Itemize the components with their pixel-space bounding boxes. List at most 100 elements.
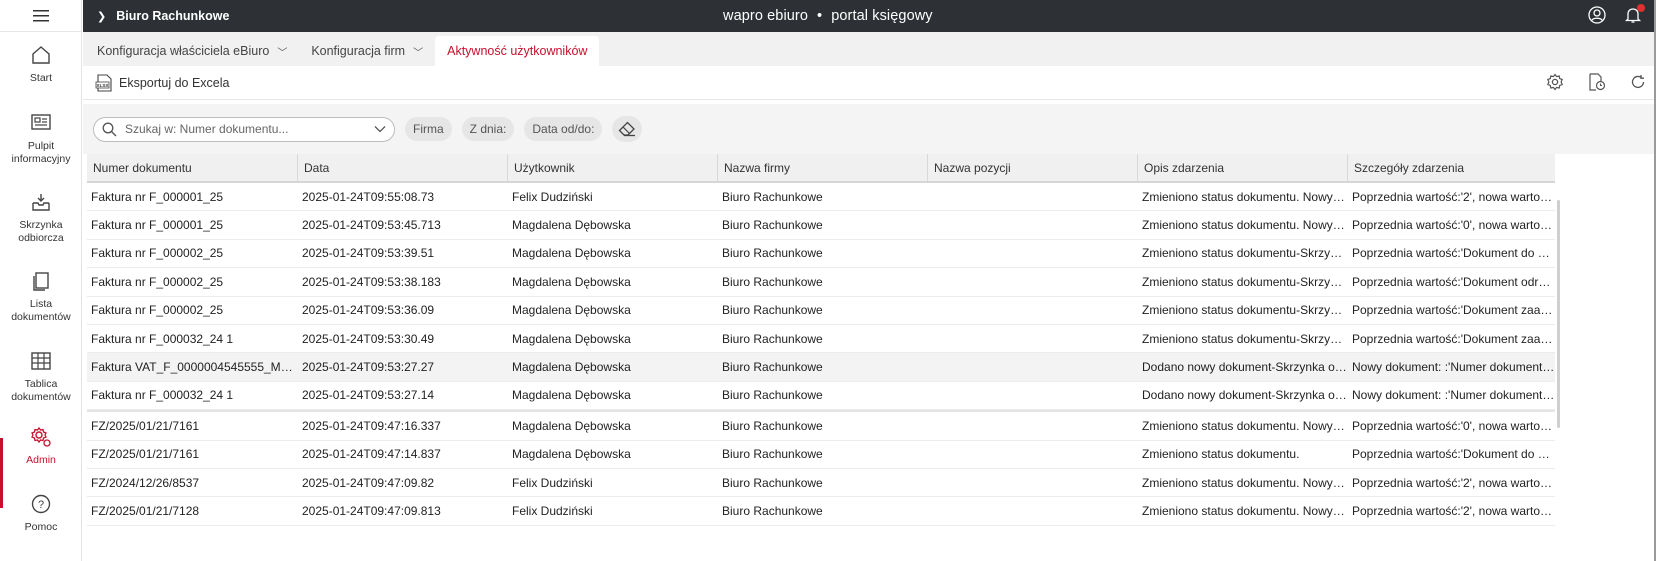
hamburger-icon bbox=[33, 9, 49, 21]
table-cell: Zmieniono status dokumentu-Skrzynk... bbox=[1138, 297, 1348, 324]
top-bar: ❯ Biuro Rachunkowe wapro ebiuro • portal… bbox=[83, 0, 1656, 32]
brand-subtitle: portal księgowy bbox=[831, 8, 933, 24]
cell-text: Poprzednia wartość:'2', nowa wartość:'1' bbox=[1352, 475, 1555, 490]
tab-konfiguracja-firm[interactable]: Konfiguracja firm ﹀ bbox=[299, 36, 435, 66]
cell-text: Zmieniono status dokumentu. Nowy st... bbox=[1142, 418, 1348, 433]
tab-aktywnosc-uzytkownikow[interactable]: Aktywność użytkowników bbox=[435, 36, 600, 66]
table-cell bbox=[928, 469, 1138, 496]
table-cell bbox=[928, 353, 1138, 380]
table-cell bbox=[928, 297, 1138, 324]
settings-button[interactable] bbox=[1546, 73, 1564, 94]
column-header-nazwa-pozycji[interactable]: Nazwa pozycji bbox=[928, 154, 1138, 181]
table-cell: Magdalena Dębowska bbox=[508, 268, 718, 295]
cell-text: Biuro Rachunkowe bbox=[722, 331, 823, 346]
table-cell: Magdalena Dębowska bbox=[508, 211, 718, 238]
table-row[interactable]: Faktura nr F_000002_25 2025-01-24T09:53:3… bbox=[87, 268, 1555, 297]
breadcrumb-label: Biuro Rachunkowe bbox=[116, 9, 230, 23]
filter-chip-z-dnia[interactable]: Z dnia: bbox=[461, 117, 515, 141]
svg-text:XLSX: XLSX bbox=[97, 82, 110, 87]
sidebar-item-tablica[interactable]: Tablica dokumentów bbox=[0, 350, 82, 404]
table-row[interactable]: Faktura nr F_000032_24 1 2025-01-24T09:53… bbox=[87, 324, 1555, 354]
table-cell: Faktura nr F_000001_25 bbox=[87, 183, 298, 210]
table-cell bbox=[928, 497, 1138, 524]
search-input[interactable] bbox=[125, 122, 374, 136]
table-cell: Magdalena Dębowska bbox=[508, 240, 718, 267]
table-row[interactable]: FZ/2025/01/21/7128 2025-01-24T09:47:09.81… bbox=[87, 497, 1555, 526]
table-cell: Biuro Rachunkowe bbox=[718, 469, 928, 496]
clear-filters-button[interactable] bbox=[612, 116, 643, 142]
cell-text: 2025-01-24T09:47:16.337 bbox=[302, 418, 441, 433]
left-sidebar: Start Pulpit informacyjny Skrzynka odbio… bbox=[0, 0, 82, 561]
table-cell: Faktura nr F_000002_25 bbox=[87, 268, 298, 295]
notifications-button[interactable] bbox=[1624, 3, 1645, 27]
table-row[interactable]: Faktura nr F_000002_25 2025-01-24T09:53:3… bbox=[87, 239, 1555, 269]
filter-chip-data-od-do[interactable]: Data od/do: bbox=[524, 117, 603, 141]
table-row[interactable]: FZ/2024/12/26/8537 2025-01-24T09:47:09.82… bbox=[87, 468, 1555, 498]
refresh-button[interactable] bbox=[1630, 74, 1646, 93]
tab-label: Konfiguracja właściciela eBiuro bbox=[97, 44, 270, 58]
table-cell: Dodano nowy dokument-Skrzynka odbi... bbox=[1138, 353, 1348, 380]
notification-badge bbox=[1637, 3, 1645, 12]
sidebar-item-pomoc[interactable]: ? Pomoc bbox=[0, 493, 82, 534]
table-cell: Faktura VAT_F_0000004545555_MAG_... bbox=[87, 353, 298, 380]
sidebar-item-skrzynka[interactable]: Skrzynka odbiorcza bbox=[0, 191, 82, 245]
cell-text: Magdalena Dębowska bbox=[512, 218, 631, 233]
table-row[interactable]: Faktura nr F_000032_24 1 2025-01-24T09:53… bbox=[87, 381, 1555, 411]
table-cell: Biuro Rachunkowe bbox=[718, 441, 928, 468]
vertical-scrollbar[interactable] bbox=[1557, 200, 1560, 428]
column-header-uzytkownik[interactable]: Użytkownik bbox=[508, 154, 718, 181]
cell-text: Biuro Rachunkowe bbox=[722, 274, 823, 289]
table-cell: Biuro Rachunkowe bbox=[718, 240, 928, 267]
filter-chip-firma[interactable]: Firma bbox=[405, 117, 452, 141]
column-header-szczegoly-zdarzenia[interactable]: Szczegóły zdarzenia bbox=[1348, 154, 1555, 181]
table-row[interactable]: FZ/2025/01/21/7161 2025-01-24T09:47:16.33… bbox=[87, 412, 1555, 441]
table-cell: 2025-01-24T09:47:14.837 bbox=[298, 441, 508, 468]
table-cell bbox=[928, 211, 1138, 238]
table-cell: 2025-01-24T09:53:39.51 bbox=[298, 240, 508, 267]
cell-text: 2025-01-24T09:53:27.27 bbox=[302, 360, 435, 375]
cell-text: 2025-01-24T09:53:30.49 bbox=[302, 331, 435, 346]
chevron-down-icon[interactable] bbox=[374, 125, 386, 133]
table-row[interactable]: Faktura nr F_000001_25 2025-01-24T09:53:4… bbox=[87, 211, 1555, 240]
cell-text: Faktura nr F_000002_25 bbox=[91, 246, 224, 261]
table-cell: 2025-01-24T09:53:27.27 bbox=[298, 353, 508, 380]
table-cell: Nowy dokument: :'Numer dokumentu: '... bbox=[1348, 353, 1555, 380]
search-box[interactable] bbox=[93, 116, 395, 142]
sidebar-item-lista[interactable]: Lista dokumentów bbox=[0, 270, 82, 324]
menu-toggle-button[interactable] bbox=[0, 0, 82, 32]
column-header-opis-zdarzenia[interactable]: Opis zdarzenia bbox=[1138, 154, 1348, 181]
cell-text: Biuro Rachunkowe bbox=[722, 189, 823, 204]
cell-text: Biuro Rachunkowe bbox=[722, 218, 823, 233]
column-header-numer-dokumentu[interactable]: Numer dokumentu bbox=[87, 154, 298, 181]
table-cell bbox=[928, 268, 1138, 295]
table-cell: Poprzednia wartość:'Dokument do wer... bbox=[1348, 240, 1555, 267]
table-cell: 2025-01-24T09:53:45.713 bbox=[298, 211, 508, 238]
column-header-nazwa-firmy[interactable]: Nazwa firmy bbox=[718, 154, 928, 181]
export-schedule-button[interactable] bbox=[1588, 72, 1606, 94]
export-excel-button[interactable]: XLSX Eksportuj do Excela bbox=[95, 73, 229, 92]
table-row[interactable]: Faktura nr F_000001_25 2025-01-24T09:55:0… bbox=[87, 183, 1555, 212]
sidebar-item-pulpit[interactable]: Pulpit informacyjny bbox=[0, 112, 82, 166]
cell-text: Dodano nowy dokument-Skrzynka odbi... bbox=[1142, 360, 1348, 375]
table-cell: Poprzednia wartość:'0', nowa wartość:'2' bbox=[1348, 211, 1555, 238]
chevron-down-icon: ﹀ bbox=[413, 47, 424, 59]
chevron-right-icon: ❯ bbox=[97, 10, 107, 23]
table-cell bbox=[928, 325, 1138, 352]
tab-konfiguracja-wlasciciela[interactable]: Konfiguracja właściciela eBiuro ﹀ bbox=[85, 36, 299, 66]
table-cell: Zmieniono status dokumentu. Nowy st... bbox=[1138, 469, 1348, 496]
sidebar-item-admin[interactable]: Admin bbox=[0, 426, 82, 467]
user-profile-button[interactable] bbox=[1588, 5, 1606, 27]
cell-text: 2025-01-24T09:47:09.82 bbox=[302, 475, 435, 490]
cell-text: 2025-01-24T09:53:39.51 bbox=[302, 246, 435, 261]
table-row[interactable]: Faktura nr F_000002_25 2025-01-24T09:53:3… bbox=[87, 296, 1555, 325]
document-clock-icon bbox=[1589, 72, 1606, 91]
breadcrumb[interactable]: ❯ Biuro Rachunkowe bbox=[97, 9, 229, 23]
table-cell: Felix Dudziński bbox=[508, 183, 718, 210]
cell-text: Faktura nr F_000032_24 1 bbox=[91, 331, 234, 346]
column-header-data[interactable]: Data bbox=[298, 154, 508, 181]
table-cell: Faktura nr F_000002_25 bbox=[87, 240, 298, 267]
table-row[interactable]: FZ/2025/01/21/7161 2025-01-24T09:47:14.83… bbox=[87, 440, 1555, 469]
sidebar-item-start[interactable]: Start bbox=[0, 44, 82, 85]
table-cell: 2025-01-24T09:47:09.813 bbox=[298, 497, 508, 524]
table-row[interactable]: Faktura VAT_F_0000004545555_MAG_... 2025-… bbox=[87, 353, 1555, 382]
